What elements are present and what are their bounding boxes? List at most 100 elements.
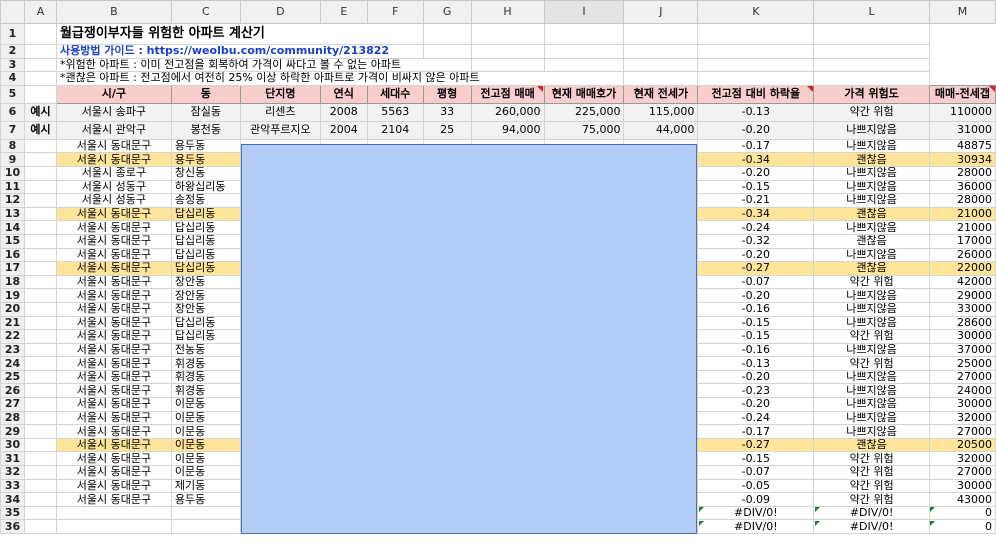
row-header[interactable]: 13 xyxy=(0,206,25,222)
cell-sigu[interactable]: 서울시 성동구 xyxy=(55,179,172,195)
cell-units[interactable]: 5563 xyxy=(366,102,424,122)
cell-gap[interactable]: 27000 xyxy=(928,424,996,439)
cell[interactable] xyxy=(623,23,699,45)
cell-dong[interactable]: 하왕십리동 xyxy=(170,179,241,195)
cell[interactable] xyxy=(543,57,625,73)
cell-sigu[interactable]: 서울시 관악구 xyxy=(55,120,172,140)
row-header[interactable]: 1 xyxy=(0,23,25,45)
cell[interactable] xyxy=(697,23,815,45)
cell-gap[interactable]: 0 xyxy=(928,505,996,521)
cell-risk[interactable]: 나쁘지않음 xyxy=(813,383,930,399)
row-header[interactable]: 16 xyxy=(0,247,25,263)
row-header[interactable]: 35 xyxy=(0,505,25,521)
cell[interactable] xyxy=(23,505,57,521)
row-header[interactable]: 21 xyxy=(0,315,25,331)
row-header[interactable]: 32 xyxy=(0,465,25,480)
cell-dong[interactable]: 휘경동 xyxy=(170,383,241,399)
cell-sigu[interactable]: 서울시 동대문구 xyxy=(55,356,172,371)
cell-gap[interactable]: 22000 xyxy=(928,261,996,276)
cell-sigu[interactable]: 서울시 동대문구 xyxy=(55,478,172,494)
cell-drop-rate[interactable]: -0.20 xyxy=(697,397,815,412)
cell-dong[interactable]: 이문동 xyxy=(170,437,241,453)
column-header-j[interactable]: J xyxy=(623,0,699,24)
cell-dong[interactable]: 용두동 xyxy=(170,152,241,167)
cell-gap[interactable]: 27000 xyxy=(928,369,996,385)
row-header[interactable]: 27 xyxy=(0,397,25,412)
example-label[interactable]: 예시 xyxy=(23,120,57,140)
cell[interactable] xyxy=(813,71,930,86)
header-jeonse[interactable]: 현재 전세가 xyxy=(623,84,699,104)
cell-risk[interactable]: 나쁘지않음 xyxy=(813,410,930,426)
cell-peak-price[interactable]: 94,000 xyxy=(470,120,545,140)
cell-dong[interactable]: 휘경동 xyxy=(170,369,241,385)
column-header-m[interactable]: M xyxy=(928,0,996,24)
cell-drop-rate[interactable]: -0.13 xyxy=(697,356,815,371)
cell-sigu[interactable]: 서울시 동대문구 xyxy=(55,274,172,290)
cell-gap[interactable]: 43000 xyxy=(928,492,996,507)
header-dong[interactable]: 동 xyxy=(170,84,241,104)
row-header[interactable]: 15 xyxy=(0,233,25,249)
cell-gap[interactable]: 21000 xyxy=(928,206,996,222)
cell[interactable] xyxy=(23,478,57,494)
cell-risk[interactable]: 괜찮음 xyxy=(813,261,930,276)
column-header-k[interactable]: K xyxy=(697,0,815,24)
cell-risk[interactable]: #DIV/0! xyxy=(813,505,930,521)
cell[interactable] xyxy=(23,71,57,86)
cell-sigu[interactable]: 서울시 동대문구 xyxy=(55,247,172,263)
cell-drop-rate[interactable]: -0.20 xyxy=(697,369,815,385)
row-header[interactable]: 28 xyxy=(0,410,25,426)
cell-drop-rate[interactable]: -0.34 xyxy=(697,152,815,167)
cell[interactable] xyxy=(470,23,545,45)
cell[interactable] xyxy=(23,465,57,480)
cell-complex[interactable]: 관악푸르지오 xyxy=(239,120,321,140)
cell-sigu[interactable]: 서울시 동대문구 xyxy=(55,369,172,385)
cell[interactable] xyxy=(23,437,57,453)
row-header[interactable]: 10 xyxy=(0,165,25,181)
cell[interactable] xyxy=(623,44,699,59)
cell[interactable] xyxy=(23,356,57,371)
column-header-f[interactable]: F xyxy=(366,0,424,24)
cell[interactable] xyxy=(23,369,57,385)
cell[interactable] xyxy=(23,410,57,426)
cell-current-price[interactable]: 225,000 xyxy=(543,102,625,122)
cell-risk[interactable]: 괜찮음 xyxy=(813,152,930,167)
cell[interactable] xyxy=(23,57,57,73)
row-header[interactable]: 2 xyxy=(0,44,25,59)
header-complex[interactable]: 단지명 xyxy=(239,84,321,104)
cell-sigu[interactable]: 서울시 동대문구 xyxy=(55,451,172,467)
cell[interactable] xyxy=(697,71,815,86)
cell-drop-rate[interactable]: -0.15 xyxy=(697,179,815,195)
cell-sigu[interactable]: 서울시 동대문구 xyxy=(55,315,172,331)
cell[interactable] xyxy=(23,179,57,195)
cell-gap[interactable]: 32000 xyxy=(928,451,996,467)
cell-sigu[interactable]: 서울시 동대문구 xyxy=(55,261,172,276)
cell-sigu[interactable]: 서울시 동대문구 xyxy=(55,138,172,154)
cell-dong[interactable]: 답십리동 xyxy=(170,206,241,222)
cell-risk[interactable]: 약간 위험 xyxy=(813,356,930,371)
cell-risk[interactable]: 약간 위험 xyxy=(813,451,930,467)
cell[interactable] xyxy=(23,152,57,167)
cell-year[interactable]: 2008 xyxy=(319,102,368,122)
cell-gap[interactable]: 30000 xyxy=(928,478,996,494)
cell-dong[interactable]: 이문동 xyxy=(170,465,241,480)
cell-risk[interactable]: 나쁘지않음 xyxy=(813,397,930,412)
cell-dong[interactable]: 이문동 xyxy=(170,451,241,467)
row-header[interactable]: 14 xyxy=(0,220,25,235)
header-units[interactable]: 세대수 xyxy=(366,84,424,104)
column-header-i[interactable]: I xyxy=(543,0,625,24)
cell-sigu[interactable]: 서울시 동대문구 xyxy=(55,397,172,412)
cell-gap[interactable]: 30934 xyxy=(928,152,996,167)
row-header[interactable]: 3 xyxy=(0,57,25,73)
cell[interactable] xyxy=(470,44,545,59)
column-header-d[interactable]: D xyxy=(239,0,321,24)
cell-sigu[interactable]: 서울시 동대문구 xyxy=(55,437,172,453)
column-header-h[interactable]: H xyxy=(470,0,545,24)
cell-drop-rate[interactable]: -0.07 xyxy=(697,274,815,290)
cell[interactable] xyxy=(23,451,57,467)
cell-sigu[interactable]: 서울시 동대문구 xyxy=(55,410,172,426)
cell-drop-rate[interactable]: -0.17 xyxy=(697,138,815,154)
row-header[interactable]: 24 xyxy=(0,356,25,371)
guide-link[interactable]: 사용방법 가이드 : https://weolbu.com/community/… xyxy=(55,44,424,59)
cell-sigu[interactable]: 서울시 동대문구 xyxy=(55,288,172,303)
cell-gap[interactable]: 31000 xyxy=(928,120,996,140)
